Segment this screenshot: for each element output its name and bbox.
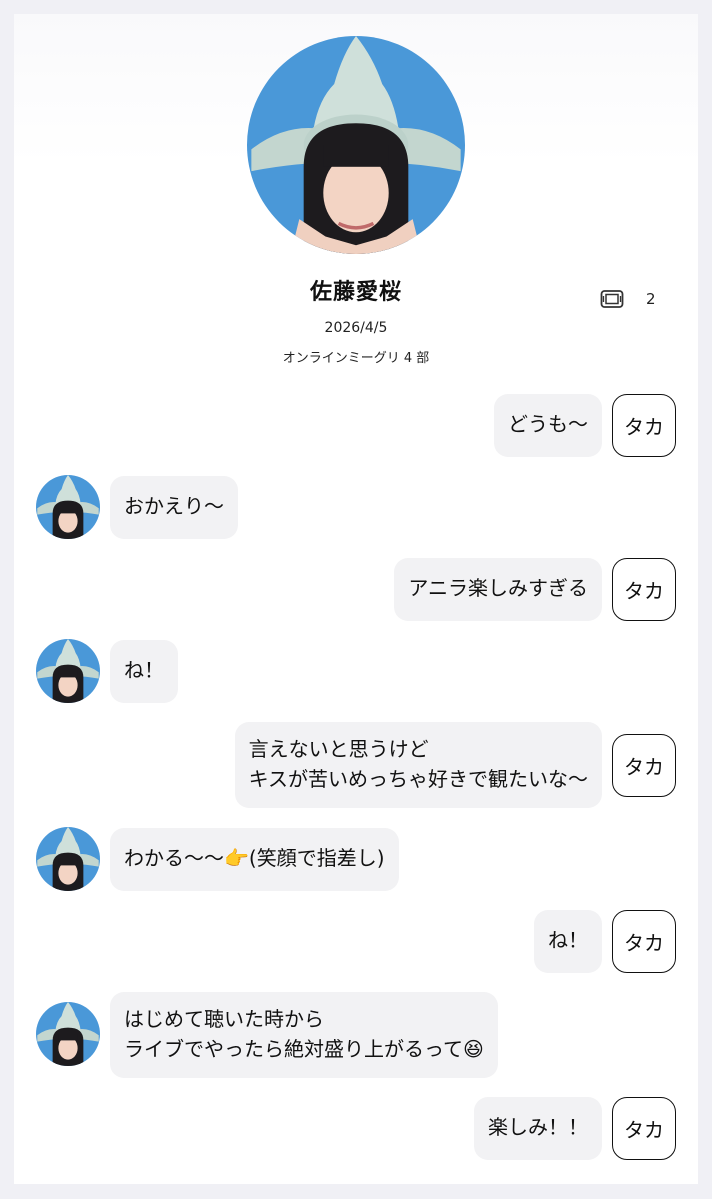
idol-avatar[interactable]	[36, 639, 100, 703]
idol-avatar[interactable]	[36, 827, 100, 891]
avatar-image	[247, 36, 465, 254]
idol-name: 佐藤愛桜	[309, 280, 402, 305]
chat-card: 佐藤愛桜 2026/4/5 オンラインミーグリ 4 部 2 どうも〜 タカ おか…	[14, 14, 698, 1184]
idol-message-bubble: はじめて聴いた時から ライブでやったら絶対盛り上がるって😆	[110, 992, 498, 1078]
user-message-bubble: ね！	[534, 910, 602, 973]
avatar-image	[36, 639, 100, 703]
user-message-bubble: 楽しみ！！	[474, 1097, 602, 1160]
ticket-icon	[600, 290, 624, 308]
user-message-bubble: どうも〜	[494, 394, 602, 457]
avatar-image	[36, 827, 100, 891]
idol-message-bubble: ね！	[110, 640, 178, 703]
user-name-chip[interactable]: タカ	[612, 394, 676, 457]
user-name-chip[interactable]: タカ	[612, 558, 676, 621]
user-message-bubble: 言えないと思うけど キスが苦いめっちゃ好きで観たいな〜	[234, 722, 602, 808]
session-event: オンラインミーグリ 4 部	[282, 351, 430, 366]
avatar-image	[36, 1002, 100, 1066]
ticket-counter: 2	[600, 289, 656, 309]
session-date: 2026/4/5	[324, 320, 388, 336]
avatar-image	[36, 475, 100, 539]
idol-message-bubble: わかる〜〜👉(笑顔で指差し)	[110, 828, 399, 891]
ticket-count: 2	[646, 290, 656, 308]
user-name-chip[interactable]: タカ	[612, 910, 676, 973]
idol-message-bubble: おかえり〜	[110, 476, 238, 539]
profile-avatar[interactable]	[247, 36, 465, 254]
user-name-chip[interactable]: タカ	[612, 1097, 676, 1160]
idol-avatar[interactable]	[36, 1002, 100, 1066]
idol-avatar[interactable]	[36, 475, 100, 539]
user-name-chip[interactable]: タカ	[612, 734, 676, 797]
user-message-bubble: アニラ楽しみすぎる	[394, 558, 602, 621]
